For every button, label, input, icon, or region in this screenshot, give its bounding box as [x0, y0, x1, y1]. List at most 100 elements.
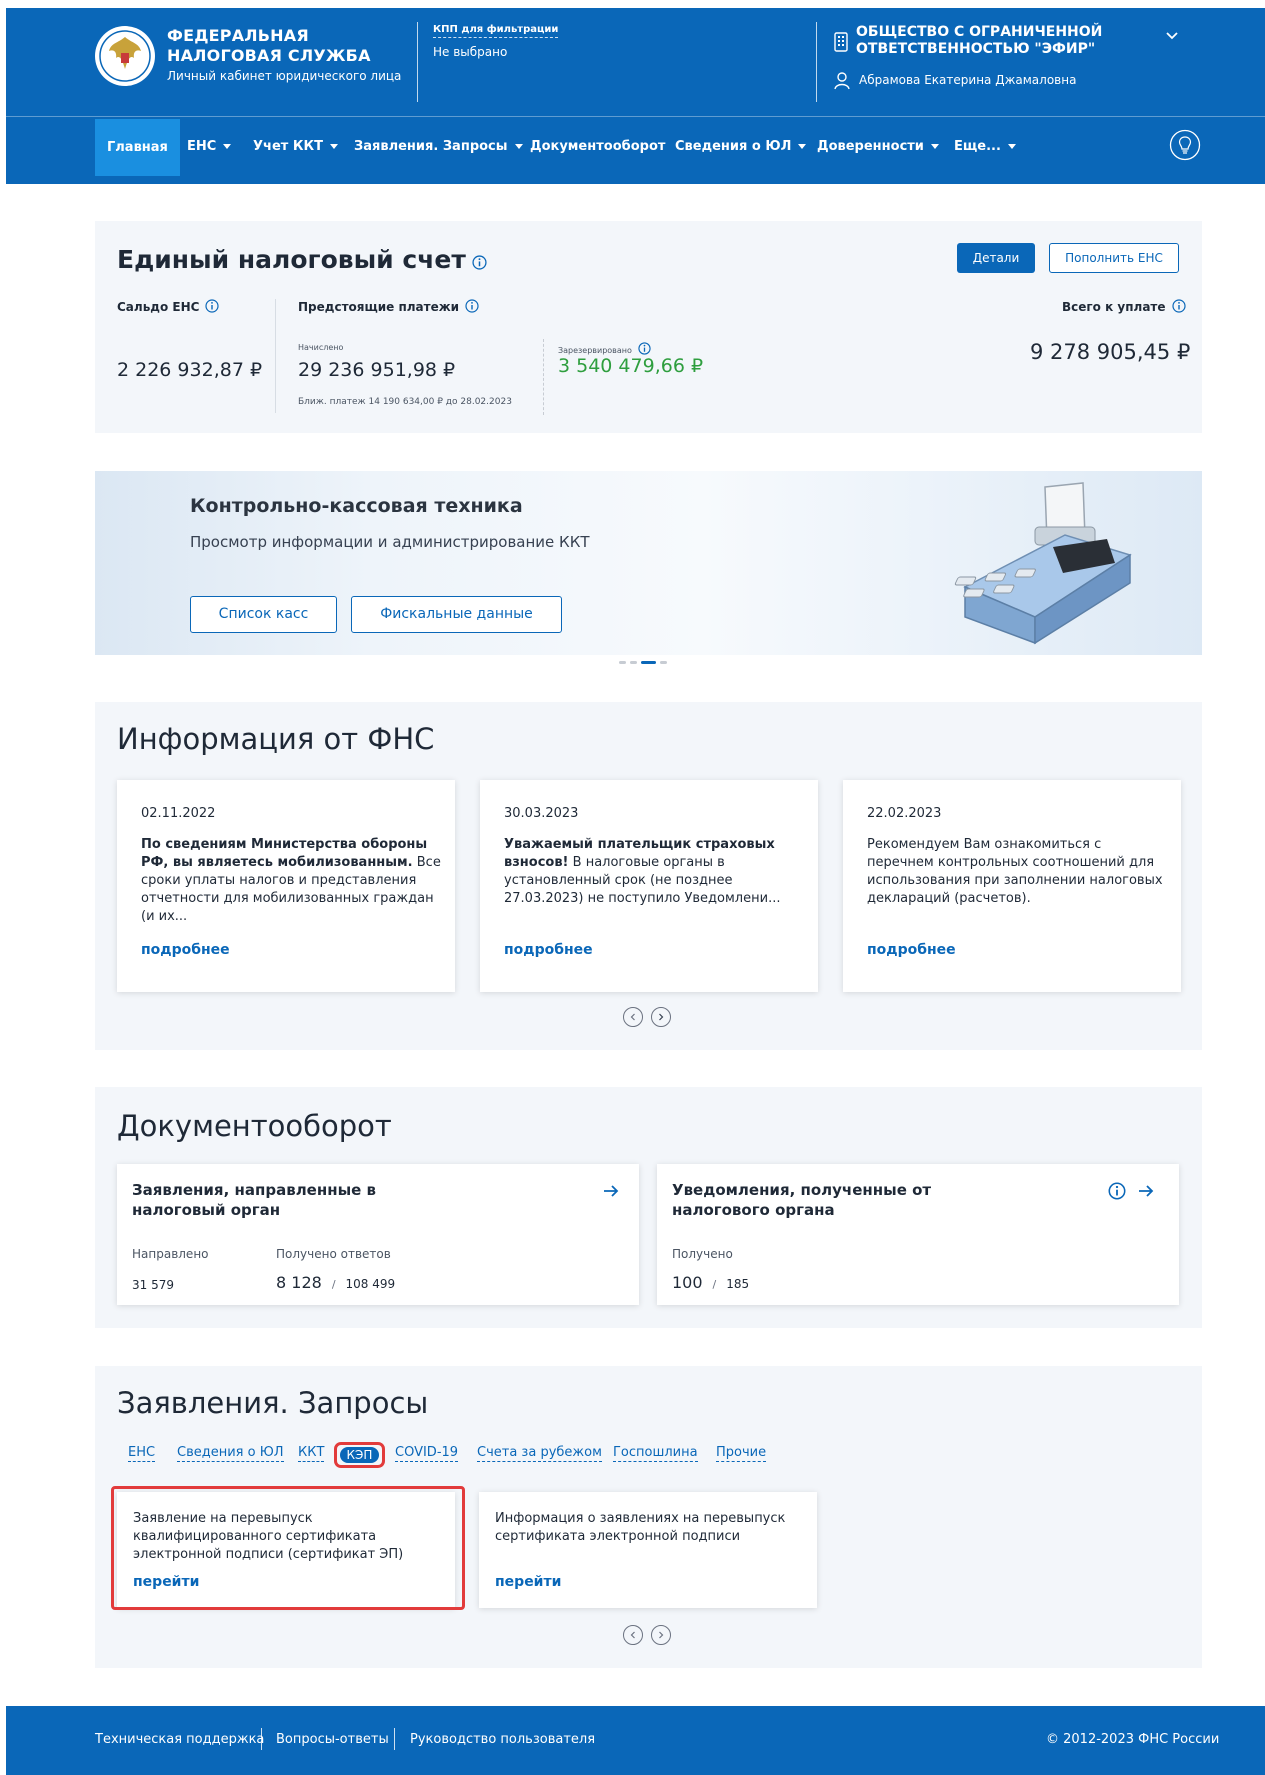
- sent-applications-card[interactable]: Заявления, направленные в налоговый орга…: [117, 1164, 639, 1305]
- carousel-dot[interactable]: [630, 661, 637, 664]
- accrued-label: Начислено: [298, 343, 344, 352]
- info-icon[interactable]: [1108, 1182, 1126, 1200]
- arrow-right-icon[interactable]: [1138, 1184, 1154, 1198]
- carousel-dot[interactable]: [619, 661, 626, 664]
- nearest-payment: Ближ. платеж 14 190 634,00 ₽ до 28.02.20…: [298, 397, 512, 407]
- nav-item-ens[interactable]: ЕНС: [187, 117, 232, 176]
- kkt-banner-title: Контрольно-кассовая техника: [190, 495, 523, 517]
- header-divider: [816, 22, 817, 102]
- nav-item-more[interactable]: Еще...: [954, 117, 1016, 176]
- company-name[interactable]: ОБЩЕСТВО С ОГРАНИЧЕННОЙ ОТВЕТСТВЕННОСТЬЮ…: [856, 24, 1102, 58]
- answers-value: 8 128/108 499: [276, 1273, 396, 1292]
- upcoming-label: Предстоящие платежи: [298, 299, 479, 314]
- news-body: По сведениям Министерства обороны РФ, вы…: [141, 837, 441, 924]
- prev-page-button[interactable]: [623, 1625, 643, 1645]
- total-value: 9 278 905,45 ₽: [1030, 340, 1191, 364]
- site-footer: Техническая поддержка Вопросы-ответы Рук…: [6, 1706, 1265, 1775]
- tab-kep[interactable]: КЭП: [334, 1442, 385, 1468]
- sent-value: 31 579: [132, 1278, 174, 1292]
- news-card[interactable]: 30.03.2023 Уважаемый плательщик страховы…: [480, 780, 818, 992]
- nav-item-powers-of-attorney[interactable]: Доверенности: [817, 117, 939, 176]
- requests-title: Заявления. Запросы: [117, 1386, 429, 1420]
- arrow-right-icon[interactable]: [603, 1184, 619, 1198]
- footer-support-link[interactable]: Техническая поддержка: [95, 1732, 264, 1747]
- kkt-banner: Контрольно-кассовая техника Просмотр инф…: [95, 471, 1202, 655]
- chevron-left-icon: [630, 1013, 635, 1021]
- reserved-value: 3 540 479,66 ₽: [558, 355, 704, 377]
- tab-other[interactable]: Прочие: [716, 1445, 767, 1462]
- chevron-left-icon: [630, 1631, 635, 1639]
- kpp-filter-label[interactable]: КПП для фильтрации: [433, 24, 559, 38]
- info-icon[interactable]: [1171, 299, 1186, 313]
- ens-card: Единый налоговый счет Детали Пополнить Е…: [95, 221, 1202, 433]
- site-header: ФЕДЕРАЛЬНАЯ НАЛОГОВАЯ СЛУЖБА Личный каби…: [6, 8, 1265, 184]
- carousel-dot-active[interactable]: [641, 661, 656, 664]
- building-icon: [834, 32, 848, 52]
- nav-item-company-info[interactable]: Сведения о ЮЛ: [675, 117, 807, 176]
- user-name[interactable]: Абрамова Екатерина Джамаловна: [859, 73, 1076, 87]
- docflow-title: Документооборот: [117, 1109, 392, 1143]
- footer-faq-link[interactable]: Вопросы-ответы: [276, 1732, 389, 1747]
- news-more-link[interactable]: подробнее: [141, 942, 230, 958]
- ens-title: Единый налоговый счет: [117, 245, 487, 274]
- ens-divider: [543, 339, 544, 415]
- org-name[interactable]: ФЕДЕРАЛЬНАЯ НАЛОГОВАЯ СЛУЖБА: [167, 26, 371, 66]
- caret-down-icon: [798, 144, 807, 149]
- info-icon[interactable]: [205, 299, 220, 313]
- next-page-button[interactable]: [651, 1625, 671, 1645]
- nav-item-docflow[interactable]: Документооборот: [530, 117, 665, 176]
- news-more-link[interactable]: подробнее: [504, 942, 593, 958]
- news-card[interactable]: 22.02.2023 Рекомендуем Вам ознакомиться …: [843, 780, 1181, 992]
- nav-item-requests[interactable]: Заявления. Запросы: [354, 117, 523, 176]
- received-notices-card[interactable]: Уведомления, полученные от налогового ор…: [657, 1164, 1179, 1305]
- chevron-down-icon[interactable]: [1164, 28, 1180, 44]
- ens-divider: [275, 299, 276, 413]
- tab-company-info[interactable]: Сведения о ЮЛ: [177, 1445, 284, 1462]
- footer-divider: [394, 1728, 395, 1750]
- lightbulb-icon[interactable]: [1169, 129, 1201, 161]
- saldo-value: 2 226 932,87 ₽: [117, 359, 263, 381]
- nav-item-kkt[interactable]: Учет ККТ: [253, 117, 338, 176]
- accrued-value: 29 236 951,98 ₽: [298, 359, 456, 381]
- info-icon[interactable]: [465, 299, 479, 313]
- news-body: Уважаемый плательщик страховых взносов! …: [504, 837, 781, 906]
- header-top: ФЕДЕРАЛЬНАЯ НАЛОГОВАЯ СЛУЖБА Личный каби…: [6, 8, 1265, 116]
- fns-info-title: Информация от ФНС: [117, 722, 435, 756]
- tab-kkt[interactable]: ККТ: [298, 1445, 325, 1462]
- tab-state-duty[interactable]: Госпошлина: [613, 1445, 698, 1462]
- received-notices-title: Уведомления, полученные от налогового ор…: [672, 1181, 932, 1219]
- tab-ens[interactable]: ЕНС: [128, 1445, 156, 1462]
- org-subtitle: Личный кабинет юридического лица: [167, 69, 402, 83]
- info-icon[interactable]: [472, 255, 487, 270]
- kpp-filter-value[interactable]: Не выбрано: [433, 45, 507, 59]
- footer-divider: [261, 1728, 262, 1750]
- news-more-link[interactable]: подробнее: [867, 942, 956, 958]
- footer-guide-link[interactable]: Руководство пользователя: [410, 1732, 595, 1747]
- user-icon: [834, 72, 850, 90]
- fns-info-section: Информация от ФНС 02.11.2022 По сведения…: [95, 702, 1202, 1050]
- request-go-link[interactable]: перейти: [495, 1574, 561, 1590]
- kkt-fiscal-data-button[interactable]: Фискальные данные: [351, 596, 562, 633]
- fns-emblem-icon[interactable]: [94, 25, 156, 87]
- caret-down-icon: [1007, 144, 1016, 149]
- news-date: 02.11.2022: [141, 806, 216, 821]
- carousel-dot[interactable]: [660, 661, 667, 664]
- nav-item-home[interactable]: Главная: [95, 119, 180, 176]
- reserved-label: Зарезервировано: [558, 342, 651, 355]
- request-card[interactable]: Информация о заявлениях на перевыпуск се…: [479, 1492, 817, 1608]
- chevron-right-icon: [659, 1013, 664, 1021]
- received-label: Получено: [672, 1247, 733, 1261]
- tab-foreign-accounts[interactable]: Счета за рубежом: [477, 1445, 602, 1462]
- next-page-button[interactable]: [651, 1007, 671, 1027]
- news-card[interactable]: 02.11.2022 По сведениям Министерства обо…: [117, 780, 455, 992]
- main-nav: Главная ЕНС Учет ККТ Заявления. Запросы …: [6, 117, 1265, 184]
- prev-page-button[interactable]: [623, 1007, 643, 1027]
- ens-details-button[interactable]: Детали: [957, 243, 1035, 273]
- ens-topup-button[interactable]: Пополнить ЕНС: [1049, 243, 1179, 273]
- caret-down-icon: [930, 144, 939, 149]
- info-icon[interactable]: [638, 342, 651, 355]
- kkt-list-button[interactable]: Список касс: [190, 596, 337, 633]
- cash-register-icon: [954, 482, 1132, 645]
- tab-covid[interactable]: COVID-19: [395, 1445, 459, 1462]
- sent-label: Направлено: [132, 1247, 209, 1261]
